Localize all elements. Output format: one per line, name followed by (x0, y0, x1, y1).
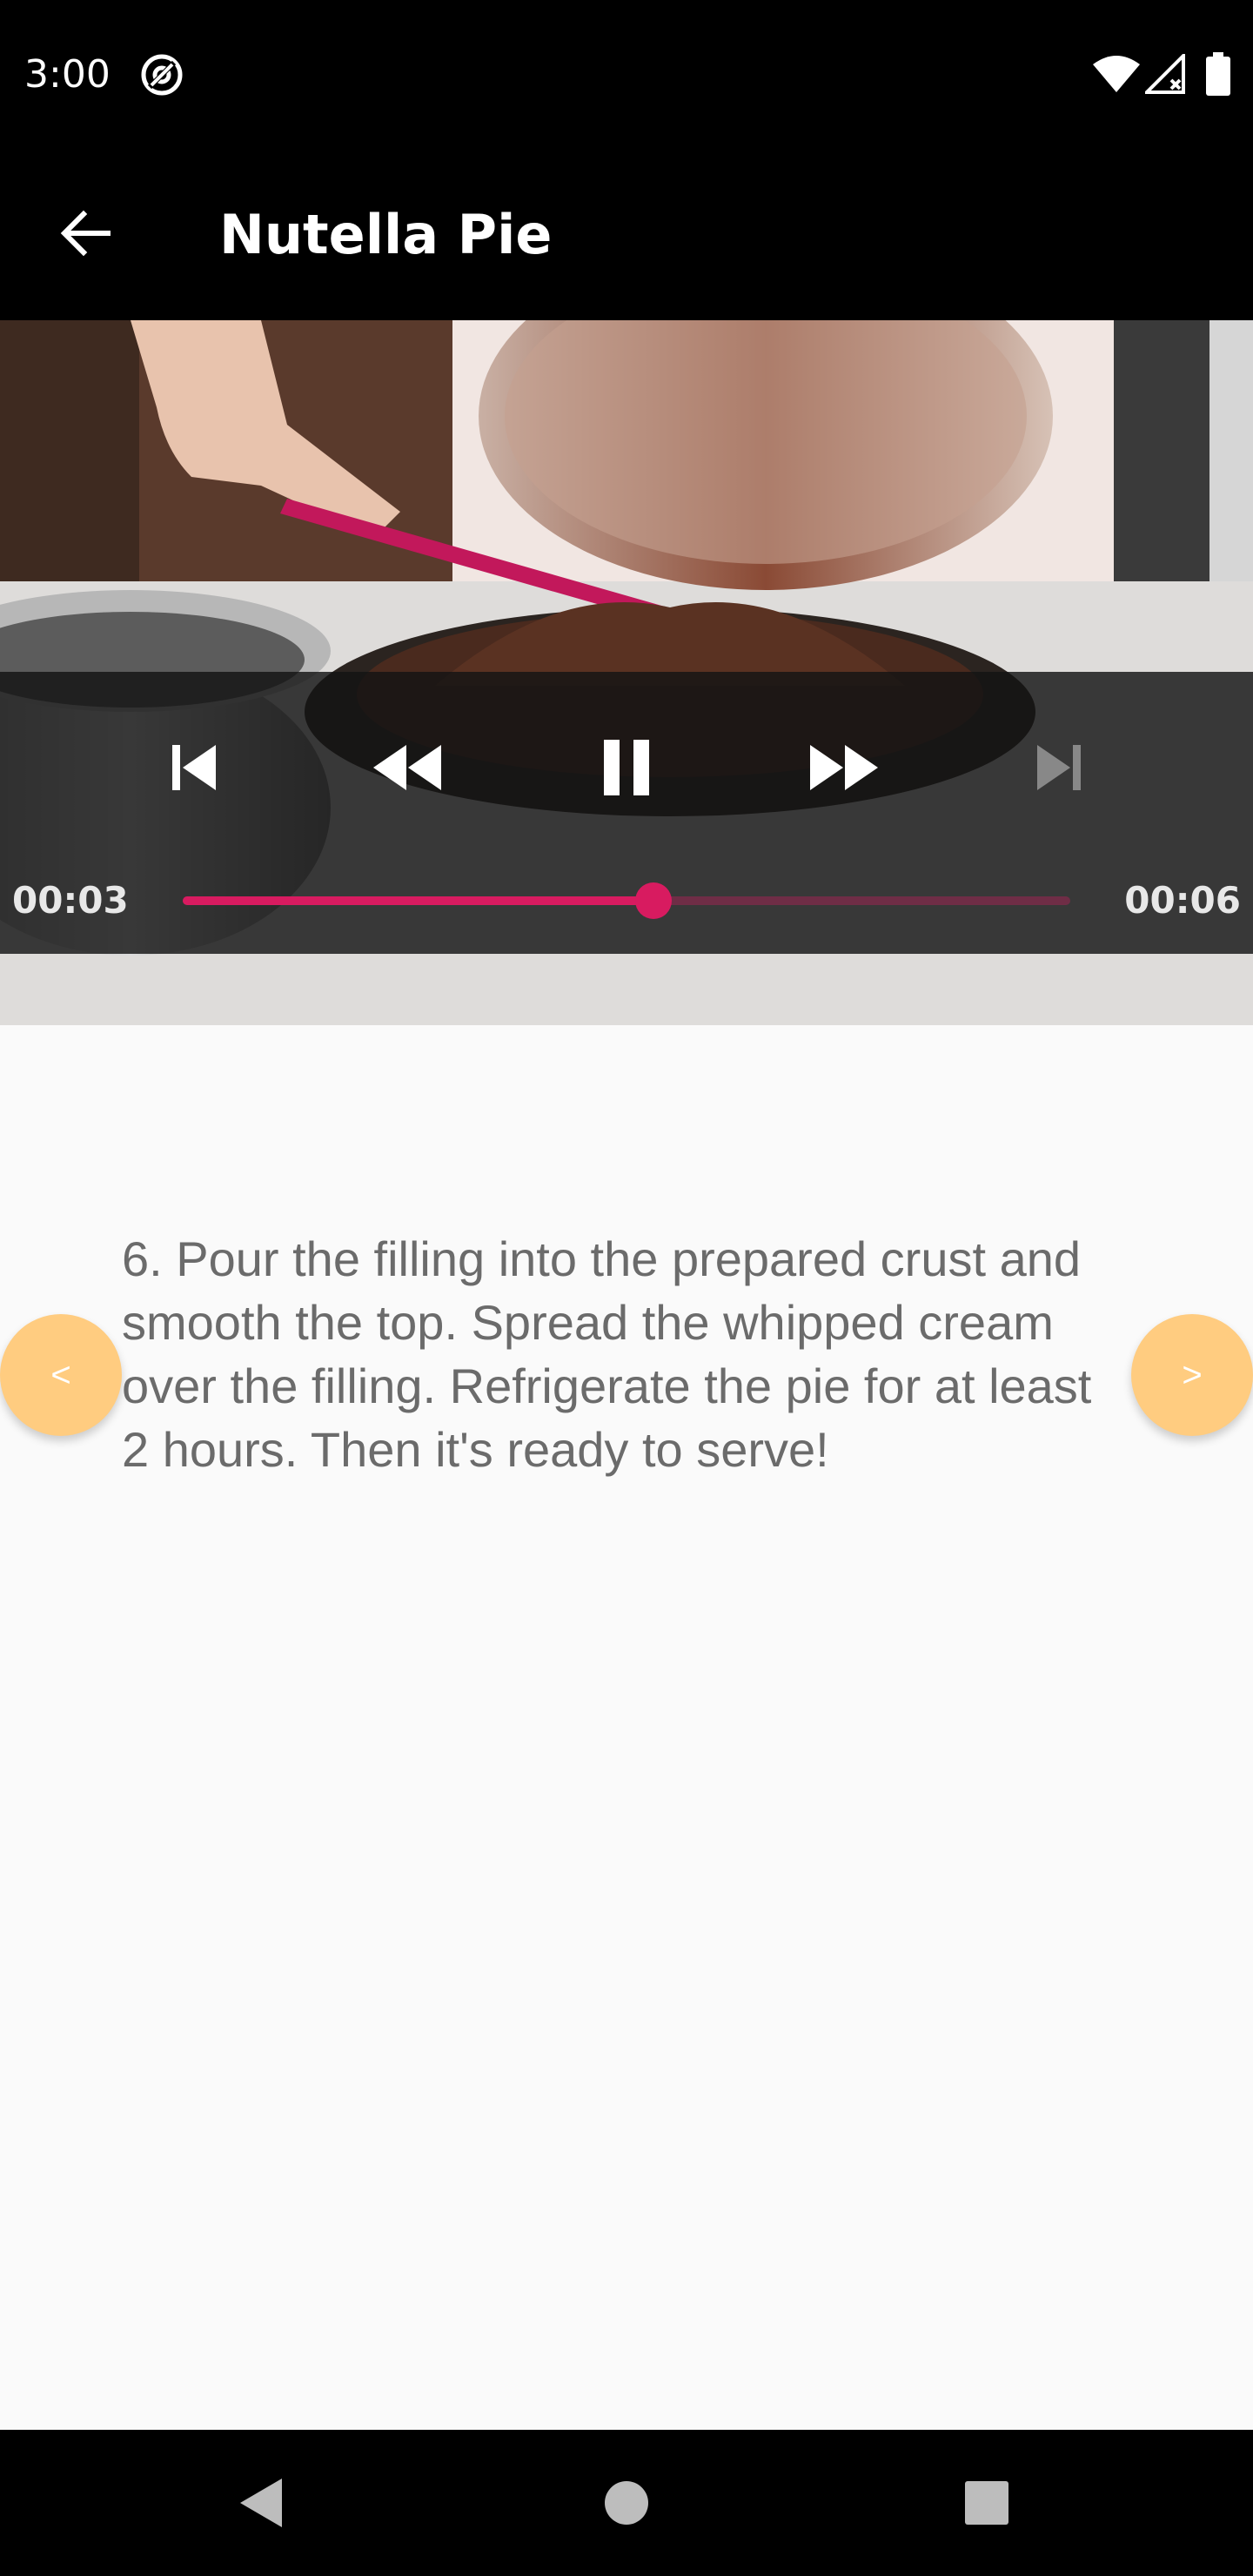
system-navigation-bar (0, 2430, 1253, 2576)
seek-bar[interactable] (183, 882, 1070, 919)
page-title: Nutella Pie (219, 203, 553, 266)
seek-bar-progress (183, 896, 653, 905)
system-back-button[interactable] (223, 2465, 299, 2541)
square-recents-icon (965, 2481, 1008, 2525)
current-time: 00:03 (12, 879, 129, 922)
player-controls: 00:03 00:06 (0, 672, 1253, 954)
skip-next-icon (1037, 745, 1081, 790)
app-bar: Nutella Pie (0, 148, 1253, 320)
arrow-back-icon (60, 210, 111, 257)
next-step-button[interactable]: > (1131, 1314, 1253, 1436)
system-home-button[interactable] (588, 2465, 665, 2541)
skip-next-button[interactable] (1018, 726, 1102, 809)
duration-time: 00:06 (1124, 879, 1241, 922)
back-button[interactable] (49, 197, 122, 270)
video-player[interactable]: 00:03 00:06 (0, 320, 1253, 1025)
fast-forward-icon (810, 745, 878, 790)
rewind-button[interactable] (365, 726, 449, 809)
status-time: 3:00 (24, 52, 111, 97)
system-recents-button[interactable] (948, 2465, 1025, 2541)
at-sign-icon (141, 54, 183, 96)
fast-forward-button[interactable] (802, 726, 886, 809)
cell-signal-icon (1145, 54, 1185, 94)
triangle-back-icon (240, 2479, 282, 2527)
rewind-icon (373, 745, 441, 790)
status-bar: 3:00 (0, 0, 1253, 148)
pause-button[interactable] (585, 726, 668, 809)
skip-previous-icon (172, 745, 216, 790)
step-instruction-text: 6. Pour the filling into the prepared cr… (122, 1231, 1092, 1477)
battery-icon (1206, 52, 1230, 96)
wifi-icon (1093, 56, 1140, 92)
skip-previous-button[interactable] (151, 726, 235, 809)
pause-icon (604, 740, 649, 795)
previous-step-button[interactable]: < (0, 1314, 122, 1436)
circle-home-icon (605, 2481, 648, 2525)
seek-bar-thumb[interactable] (634, 882, 672, 919)
